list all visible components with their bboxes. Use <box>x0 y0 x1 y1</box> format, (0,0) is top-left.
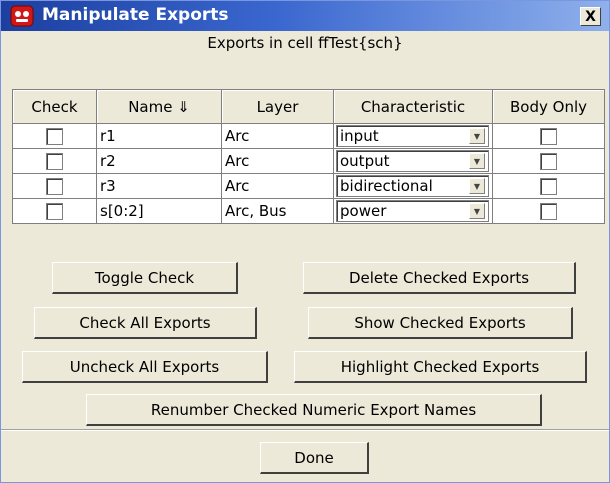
check-checkbox[interactable] <box>46 127 63 145</box>
export-layer: Arc <box>225 177 250 195</box>
characteristic-cell: bidirectional ▼ <box>333 173 493 199</box>
column-header-layer[interactable]: Layer <box>221 89 334 124</box>
table-row: r2 Arc output ▼ <box>12 148 605 174</box>
check-cell <box>12 123 97 149</box>
name-cell: r1 <box>96 123 222 149</box>
export-layer: Arc, Bus <box>225 202 287 220</box>
highlight-checked-exports-button[interactable]: Highlight Checked Exports <box>294 351 587 383</box>
characteristic-select[interactable]: output ▼ <box>336 150 489 172</box>
characteristic-value: input <box>340 127 379 145</box>
characteristic-select[interactable]: power ▼ <box>336 200 489 222</box>
close-icon: X <box>585 8 596 25</box>
toggle-check-button[interactable]: Toggle Check <box>52 262 238 294</box>
column-header-name[interactable]: Name ⇓ <box>96 89 222 124</box>
exports-table: Check Name ⇓ Layer Characteristic Body O… <box>12 89 605 224</box>
body-only-checkbox[interactable] <box>540 202 557 220</box>
body-only-checkbox[interactable] <box>540 177 557 195</box>
body-only-checkbox[interactable] <box>540 127 557 145</box>
check-cell <box>12 148 97 174</box>
chevron-down-icon[interactable]: ▼ <box>469 153 485 169</box>
renumber-checked-numeric-export-names-button[interactable]: Renumber Checked Numeric Export Names <box>86 394 542 426</box>
characteristic-cell: input ▼ <box>333 123 493 149</box>
uncheck-all-exports-button[interactable]: Uncheck All Exports <box>22 351 268 383</box>
table-header-row: Check Name ⇓ Layer Characteristic Body O… <box>12 89 605 124</box>
export-name: r2 <box>100 152 116 170</box>
layer-cell: Arc <box>221 123 334 149</box>
footer-divider <box>1 429 609 431</box>
export-layer: Arc <box>225 152 250 170</box>
close-button[interactable]: X <box>580 7 601 26</box>
done-button[interactable]: Done <box>260 442 369 474</box>
chevron-down-icon[interactable]: ▼ <box>469 203 485 219</box>
column-header-check[interactable]: Check <box>12 89 97 124</box>
characteristic-select[interactable]: input ▼ <box>336 125 489 147</box>
body-only-cell <box>492 123 605 149</box>
layer-cell: Arc <box>221 148 334 174</box>
check-cell <box>12 173 97 199</box>
check-cell <box>12 198 97 224</box>
characteristic-select[interactable]: bidirectional ▼ <box>336 175 489 197</box>
table-row: r1 Arc input ▼ <box>12 123 605 149</box>
characteristic-value: output <box>340 152 390 170</box>
name-cell: r3 <box>96 173 222 199</box>
export-layer: Arc <box>225 127 250 145</box>
check-checkbox[interactable] <box>46 177 63 195</box>
check-checkbox[interactable] <box>46 152 63 170</box>
chevron-down-icon[interactable]: ▼ <box>469 128 485 144</box>
characteristic-value: power <box>340 202 387 220</box>
exports-table-container: Check Name ⇓ Layer Characteristic Body O… <box>12 89 605 224</box>
layer-cell: Arc <box>221 173 334 199</box>
manipulate-exports-dialog: Manipulate Exports X Exports in cell ffT… <box>0 0 610 483</box>
characteristic-cell: power ▼ <box>333 198 493 224</box>
layer-cell: Arc, Bus <box>221 198 334 224</box>
export-name: s[0:2] <box>100 202 144 220</box>
characteristic-value: bidirectional <box>340 177 433 195</box>
electric-app-icon <box>10 5 34 27</box>
column-header-characteristic[interactable]: Characteristic <box>333 89 493 124</box>
export-name: r3 <box>100 177 116 195</box>
delete-checked-exports-button[interactable]: Delete Checked Exports <box>303 262 576 294</box>
name-cell: s[0:2] <box>96 198 222 224</box>
export-name: r1 <box>100 127 116 145</box>
check-all-exports-button[interactable]: Check All Exports <box>34 307 257 339</box>
column-header-body-only[interactable]: Body Only <box>492 89 605 124</box>
name-cell: r2 <box>96 148 222 174</box>
body-only-checkbox[interactable] <box>540 152 557 170</box>
show-checked-exports-button[interactable]: Show Checked Exports <box>308 307 573 339</box>
title-bar[interactable]: Manipulate Exports X <box>1 1 609 31</box>
table-row: s[0:2] Arc, Bus power ▼ <box>12 198 605 224</box>
window-title: Manipulate Exports <box>42 5 229 25</box>
check-checkbox[interactable] <box>46 202 63 220</box>
chevron-down-icon[interactable]: ▼ <box>469 178 485 194</box>
body-only-cell <box>492 148 605 174</box>
cell-subtitle: Exports in cell ffTest{sch} <box>207 34 403 52</box>
characteristic-cell: output ▼ <box>333 148 493 174</box>
table-row: r3 Arc bidirectional ▼ <box>12 173 605 199</box>
body-only-cell <box>492 173 605 199</box>
body-only-cell <box>492 198 605 224</box>
